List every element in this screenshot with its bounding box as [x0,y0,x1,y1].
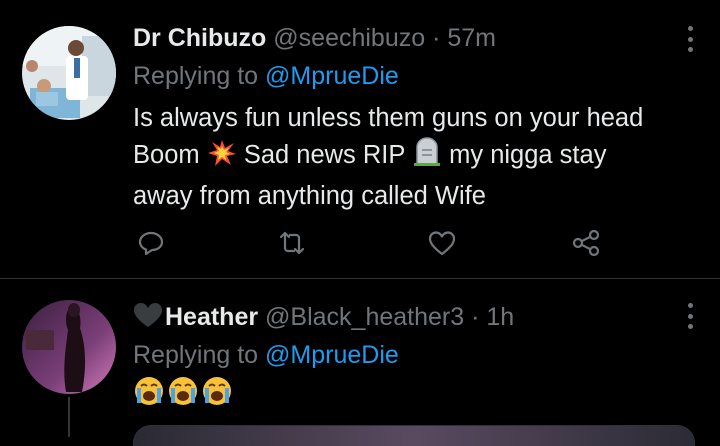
mention-link[interactable]: @MprueDie [265,62,399,90]
tweet-text [133,375,233,412]
like-icon[interactable] [427,228,457,258]
tweet-text-line: away from anything called Wife [133,182,486,210]
mention-link[interactable]: @MprueDie [265,341,399,369]
more-icon[interactable] [686,26,694,52]
replying-to: Replying to @MprueDie [133,341,399,370]
display-name[interactable]: Heather [165,303,258,331]
tweet-text-line: Boom Sad news RIP my nigga stay [133,137,643,178]
timestamp[interactable]: 1h [486,303,514,331]
avatar[interactable] [22,300,116,394]
headstone-emoji [412,137,442,178]
handle[interactable]: @seechibuzo [273,24,425,52]
loudly-crying-face-emoji [201,375,233,412]
black-heart-emoji [133,302,163,335]
tweet-header: Dr Chibuzo @seechibuzo · 57m [133,24,496,53]
display-name[interactable]: Dr Chibuzo [133,24,266,52]
thread-line [68,397,70,437]
more-icon[interactable] [686,303,694,329]
tweet-dr-chibuzo[interactable]: Dr Chibuzo @seechibuzo · 57m Replying to… [0,0,720,279]
replying-prefix: Replying to [133,62,259,90]
tweet-text-line: Is always fun unless them guns on your h… [133,104,644,132]
tweet-text-segment: Sad news RIP [243,141,405,169]
collision-emoji [207,139,237,178]
timestamp[interactable]: 57m [447,24,496,52]
tweet-actions [0,228,720,258]
tweet-heather[interactable]: Heather @Black_heather3 · 1h Replying to… [0,279,720,446]
tweet-text-segment: my nigga stay [449,141,607,169]
replying-prefix: Replying to [133,341,259,369]
avatar[interactable] [22,26,116,120]
share-icon[interactable] [570,228,600,258]
tweet-header: Heather @Black_heather3 · 1h [133,302,514,335]
media-preview[interactable] [133,425,695,446]
separator: · [432,24,441,52]
replying-to: Replying to @MprueDie [133,62,399,91]
reply-icon[interactable] [136,228,166,258]
tweet-text: Is always fun unless them guns on your h… [133,100,643,215]
tweet-text-segment: Boom [133,141,200,169]
loudly-crying-face-emoji [167,375,199,412]
separator: · [471,303,480,331]
handle[interactable]: @Black_heather3 [265,303,464,331]
retweet-icon[interactable] [277,228,307,258]
loudly-crying-face-emoji [133,375,165,412]
